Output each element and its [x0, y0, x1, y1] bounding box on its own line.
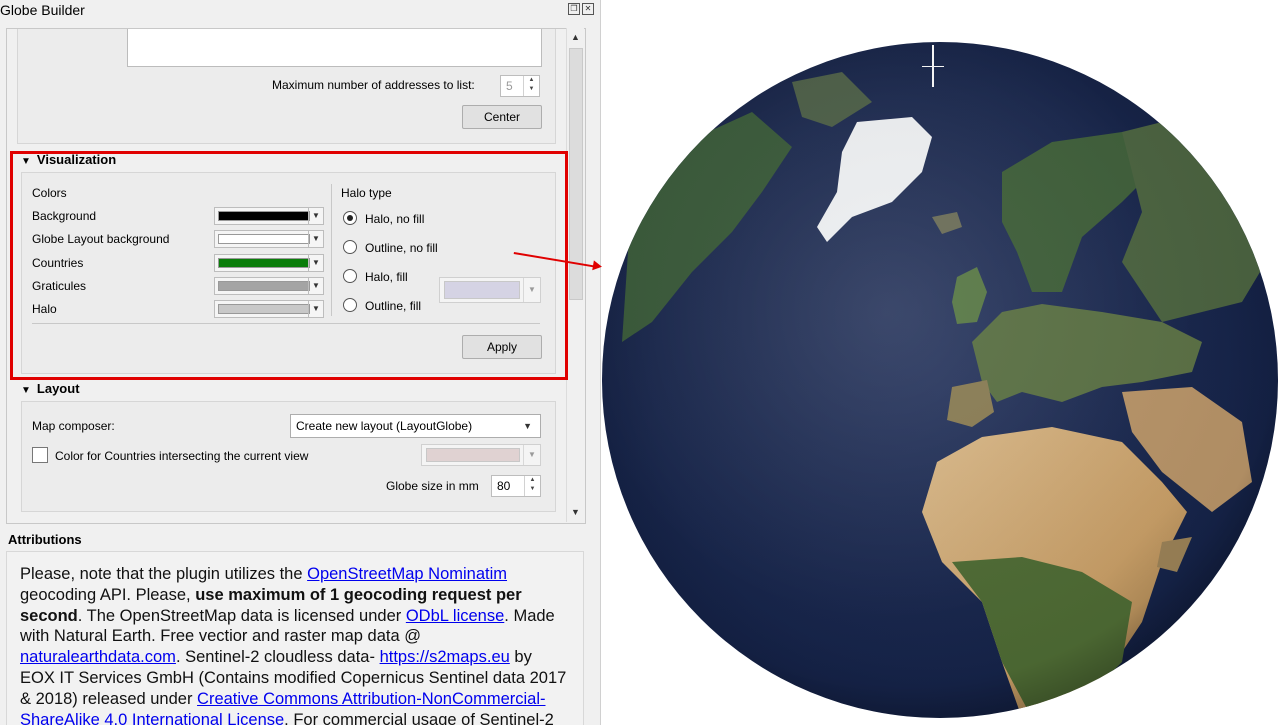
- panel-titlebar: Globe Builder ❐ ✕: [0, 0, 600, 20]
- restore-icon[interactable]: ❐: [568, 3, 580, 15]
- globe-preview: [602, 42, 1278, 718]
- scroll-up-icon[interactable]: ▲: [567, 29, 584, 46]
- max-addresses-spinbox[interactable]: 5 ▲ ▼: [500, 75, 540, 97]
- layout-title: Layout: [36, 381, 80, 396]
- highlight-box: [10, 151, 568, 380]
- annotation-arrow-head-icon: [592, 260, 603, 272]
- globe-size-spinbox[interactable]: 80 ▲ ▼: [491, 475, 541, 497]
- graticule-tick: [922, 66, 944, 67]
- naturalearth-link[interactable]: naturalearthdata.com: [20, 648, 176, 666]
- close-icon[interactable]: ✕: [582, 3, 594, 15]
- s2maps-link[interactable]: https://s2maps.eu: [380, 648, 510, 666]
- chevron-down-icon[interactable]: ▼: [523, 445, 540, 465]
- map-composer-select[interactable]: Create new layout (LayoutGlobe) ▼: [290, 414, 541, 438]
- max-addresses-label: Maximum number of addresses to list:: [272, 78, 475, 92]
- geocoding-results-list[interactable]: [127, 29, 542, 67]
- spin-arrows-icon[interactable]: ▲ ▼: [523, 76, 539, 96]
- collapse-triangle-icon: ▼: [21, 385, 31, 396]
- map-composer-label: Map composer:: [32, 419, 115, 433]
- attributions-box: Please, note that the plugin utilizes th…: [6, 551, 584, 725]
- attributions-title: Attributions: [8, 532, 82, 547]
- panel-title: Globe Builder: [0, 2, 85, 18]
- chevron-down-icon[interactable]: ▼: [523, 415, 532, 437]
- scroll-down-icon[interactable]: ▼: [567, 504, 584, 521]
- map-composer-value: Create new layout (LayoutGlobe): [296, 419, 473, 433]
- odbl-link[interactable]: ODbL license: [406, 607, 504, 625]
- color-countries-label: Color for Countries intersecting the cur…: [55, 449, 309, 463]
- vertical-scrollbar[interactable]: ▲ ▼: [566, 28, 584, 522]
- nominatim-link[interactable]: OpenStreetMap Nominatim: [307, 565, 507, 583]
- center-button[interactable]: Center: [462, 105, 542, 129]
- globe-builder-panel: Globe Builder ❐ ✕ Maximum number of addr…: [0, 0, 601, 725]
- layout-section-header[interactable]: ▼ Layout: [21, 381, 80, 399]
- globe-landmass-svg: [602, 42, 1278, 718]
- spin-arrows-icon[interactable]: ▲ ▼: [524, 476, 540, 496]
- color-countries-checkbox[interactable]: [32, 447, 48, 463]
- globe-size-label: Globe size in mm: [386, 479, 479, 493]
- color-countries-color-button[interactable]: ▼: [421, 444, 541, 466]
- color-countries-swatch: [426, 448, 520, 462]
- attributions-text: Please, note that the plugin utilizes th…: [20, 564, 570, 725]
